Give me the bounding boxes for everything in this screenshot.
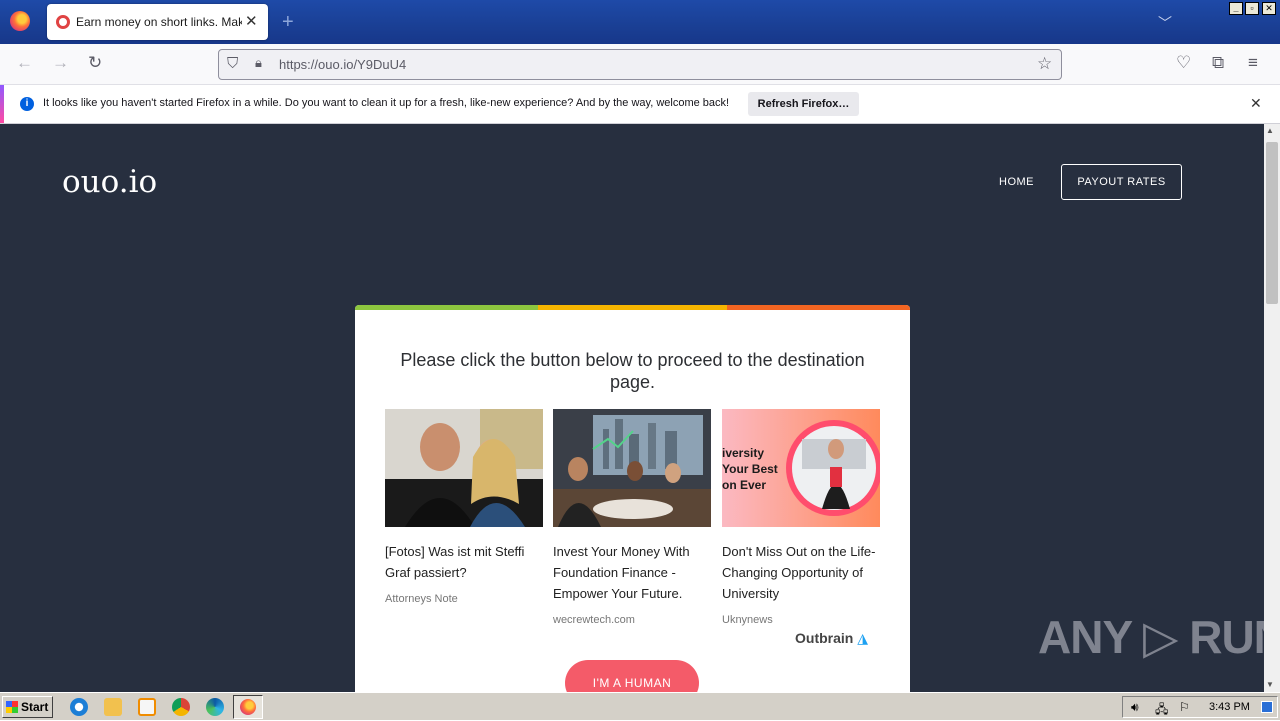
start-button[interactable]: Start xyxy=(2,696,53,718)
outbrain-text[interactable]: Outbrain xyxy=(795,630,853,646)
bookmark-star-icon[interactable]: ☆ xyxy=(1037,54,1052,74)
ad-source[interactable]: wecrewtech.com xyxy=(553,614,635,626)
ad-source[interactable]: Attorneys Note xyxy=(385,593,458,605)
nav-payout-rates-button[interactable]: PAYOUT RATES xyxy=(1061,164,1182,200)
extensions-icon[interactable]: ⧉ xyxy=(1212,53,1224,73)
tab-list-chevron-icon[interactable]: ﹀ xyxy=(1158,13,1172,33)
windows-flag-icon xyxy=(6,701,18,713)
ad-source[interactable]: Uknynews xyxy=(722,614,773,626)
tab-favicon-icon xyxy=(56,15,70,29)
notification-bar: i It looks like you haven't started Fire… xyxy=(0,84,1280,124)
taskbar-firefox-button[interactable] xyxy=(233,695,263,719)
tab-title: Earn money on short links. Make sh xyxy=(76,15,242,29)
notification-close-icon[interactable]: ✕ xyxy=(1250,95,1262,112)
windows-taskbar: Start 🔊︎ 🖧 ⚐ 3:43 PM xyxy=(0,692,1280,720)
file-explorer-icon[interactable] xyxy=(104,698,122,716)
tab-close-icon[interactable]: ✕ xyxy=(245,12,258,30)
volume-icon[interactable]: 🔊︎ xyxy=(1131,700,1139,715)
card-color-stripe xyxy=(355,305,910,310)
notification-text: It looks like you haven't started Firefo… xyxy=(43,97,730,109)
ad-headline[interactable]: Invest Your Money With Foundation Financ… xyxy=(553,541,713,604)
ad-headline[interactable]: Don't Miss Out on the Life-Changing Oppo… xyxy=(722,541,882,604)
edge-icon[interactable] xyxy=(206,698,224,716)
action-center-flag-icon[interactable]: ⚐ xyxy=(1179,700,1190,714)
reload-icon[interactable]: ↻ xyxy=(88,53,102,73)
new-tab-button[interactable]: + xyxy=(282,11,294,34)
firefox-logo-icon[interactable] xyxy=(10,11,30,31)
scrollbar-thumb[interactable] xyxy=(1266,142,1278,304)
lock-icon[interactable]: 🔒︎ xyxy=(255,55,262,71)
web-page: ouo.io HOME PAYOUT RATES Please click th… xyxy=(0,124,1264,692)
url-bar[interactable]: ⛉ 🔒︎ https://ouo.io/Y9DuU4 ☆ xyxy=(218,49,1062,80)
maximize-button[interactable]: ▫ xyxy=(1245,2,1259,15)
url-text[interactable]: https://ouo.io/Y9DuU4 xyxy=(279,57,406,72)
refresh-firefox-button[interactable]: Refresh Firefox… xyxy=(748,92,859,116)
minimize-button[interactable]: _ xyxy=(1229,2,1243,15)
clock[interactable]: 3:43 PM xyxy=(1209,701,1250,713)
show-desktop-icon[interactable] xyxy=(1261,701,1273,713)
start-label: Start xyxy=(21,700,49,714)
outbrain-logo[interactable]: Outbrain ◮ xyxy=(795,630,868,647)
ad-headline[interactable]: [Fotos] Was ist mit Steffi Graf passiert… xyxy=(385,541,545,583)
pocket-icon[interactable]: ♡ xyxy=(1176,53,1191,73)
outbrain-arrow-icon[interactable]: ◮ xyxy=(857,630,868,646)
firefox-icon xyxy=(240,699,256,715)
forward-arrow-icon[interactable]: → xyxy=(52,53,69,73)
media-player-icon[interactable] xyxy=(138,698,156,716)
internet-explorer-icon[interactable] xyxy=(70,698,88,716)
ad-image-text: iversity Your Best on Ever xyxy=(722,446,778,492)
close-window-button[interactable]: ✕ xyxy=(1262,2,1276,15)
navigation-toolbar: ← → ↻ ⛉ 🔒︎ https://ouo.io/Y9DuU4 ☆ ♡ ⧉ ≡ xyxy=(0,44,1280,84)
info-icon: i xyxy=(20,97,34,111)
tracking-shield-icon[interactable]: ⛉ xyxy=(227,55,238,72)
network-icon[interactable]: 🖧 xyxy=(1155,700,1168,721)
anyrun-watermark: ANY ▷ RUN xyxy=(1038,611,1264,663)
back-arrow-icon[interactable]: ← xyxy=(16,53,33,73)
nav-home-link[interactable]: HOME xyxy=(999,176,1034,188)
ad-image[interactable]: iversity Your Best on Ever xyxy=(722,409,880,527)
card-title: Please click the button below to proceed… xyxy=(400,350,865,392)
browser-titlebar: Earn money on short links. Make sh ✕ + ﹀… xyxy=(0,0,1280,44)
scroll-up-icon[interactable]: ▲ xyxy=(1266,126,1274,135)
browser-tab[interactable]: Earn money on short links. Make sh ✕ xyxy=(47,4,268,40)
content-card: Please click the button below to proceed… xyxy=(355,305,910,692)
ad-image[interactable] xyxy=(385,409,543,527)
menu-hamburger-icon[interactable]: ≡ xyxy=(1248,53,1258,73)
scroll-down-icon[interactable]: ▼ xyxy=(1266,680,1274,689)
im-a-human-button[interactable]: I'M A HUMAN xyxy=(565,660,699,692)
chrome-icon[interactable] xyxy=(172,698,190,716)
ad-image[interactable] xyxy=(553,409,711,527)
system-tray: 🔊︎ 🖧 ⚐ 3:43 PM xyxy=(1122,696,1278,718)
notification-accent xyxy=(0,85,4,123)
site-logo[interactable]: ouo.io xyxy=(62,164,157,200)
